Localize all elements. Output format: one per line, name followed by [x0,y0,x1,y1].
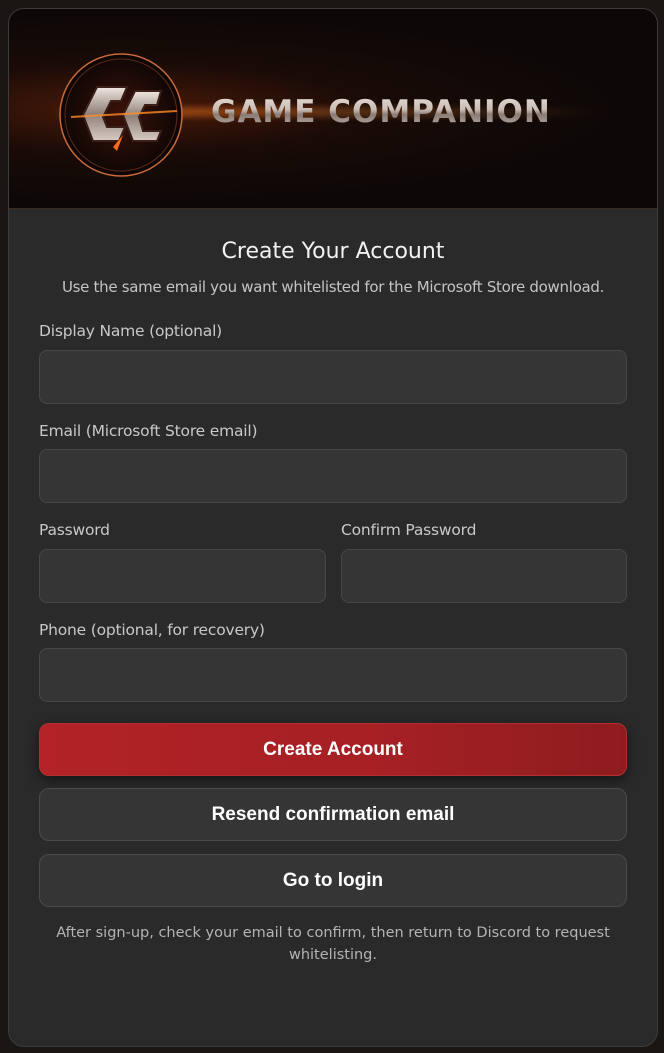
brand-name: GAME COMPANION [211,87,551,137]
display-name-label: Display Name (optional) [39,322,223,340]
resend-confirmation-button[interactable]: Resend confirmation email [39,788,627,841]
page-subtitle: Use the same email you want whitelisted … [61,278,605,296]
phone-label: Phone (optional, for recovery) [39,621,265,639]
confirm-password-label: Confirm Password [341,521,477,539]
password-label: Password [39,521,110,539]
go-to-login-button[interactable]: Go to login [39,854,627,907]
create-account-button[interactable]: Create Account [39,723,627,776]
confirm-password-input[interactable] [341,549,627,603]
email-label: Email (Microsoft Store email) [39,422,258,440]
display-name-input[interactable] [39,350,627,404]
password-input[interactable] [39,549,326,603]
brand-banner: GAME COMPANION [9,9,657,209]
page-title: Create Your Account [221,239,445,264]
signup-card: GAME COMPANION Create Your Account Use t… [8,8,658,1047]
email-input[interactable] [39,449,627,503]
phone-input[interactable] [39,648,627,702]
gc-emblem-icon [59,53,183,177]
signup-footnote: After sign-up, check your email to confi… [56,925,610,963]
